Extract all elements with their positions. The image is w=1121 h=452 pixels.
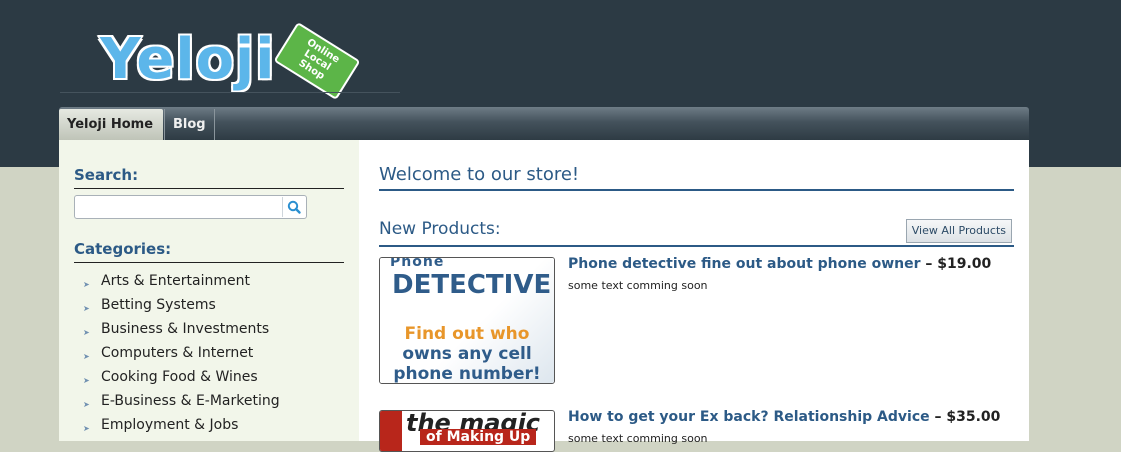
category-link[interactable]: Computers & Internet [101,345,253,361]
thumbnail-decor [380,411,402,451]
tab-blog[interactable]: Blog [164,109,215,140]
category-item[interactable]: ➤ Arts & Entertainment [83,270,280,294]
bullet-arrow-icon: ➤ [83,352,90,361]
category-link[interactable]: Betting Systems [101,297,216,313]
category-link[interactable]: Cooking Food & Wines [101,369,258,385]
site-logo[interactable]: Yeloji Online Local Shop [94,21,364,102]
category-link[interactable]: Business & Investments [101,321,269,337]
categories-heading: Categories: [74,240,344,263]
bullet-arrow-icon: ➤ [83,400,90,409]
product-link[interactable]: How to get your Ex back? Relationship Ad… [568,409,930,425]
search-button[interactable] [282,197,305,217]
product-price: $35.00 [946,409,1001,425]
bullet-arrow-icon: ➤ [83,328,90,337]
product-link[interactable]: Phone detective fine out about phone own… [568,256,921,272]
main-nav: Yeloji Home Blog [59,107,1029,140]
page-title: Welcome to our store! [379,164,1014,191]
product-price: $19.00 [937,256,992,272]
price-separator: – [929,409,947,425]
category-item[interactable]: ➤ Computers & Internet [83,342,280,366]
thumbnail-image: Phone DETECTIVE Find out who owns any ce… [380,258,554,383]
thumbnail-text: of Making Up [420,429,537,445]
thumbnail-text: DETECTIVE [392,270,552,300]
search-heading: Search: [74,166,344,189]
category-list: ➤ Arts & Entertainment ➤ Betting Systems ➤… [83,270,280,438]
bullet-arrow-icon: ➤ [83,376,90,385]
search-icon [287,200,301,214]
sidebar: Search: Categories: ➤ Arts & Entertainmen… [59,140,359,441]
bullet-arrow-icon: ➤ [83,304,90,313]
product-thumbnail[interactable]: the magic of Making Up [379,410,555,452]
category-link[interactable]: Employment & Jobs [101,417,238,433]
thumbnail-text: Find out who [404,324,530,344]
view-all-products-button[interactable]: View All Products [905,219,1012,243]
search-input[interactable] [78,198,282,216]
thumbnail-text: Phone [390,257,445,270]
product-thumbnail[interactable]: Phone DETECTIVE Find out who owns any ce… [379,257,555,384]
product-description: some text comming soon [568,279,708,292]
new-products-header: New Products: View All Products [379,219,1014,247]
bullet-arrow-icon: ➤ [83,280,90,289]
category-link[interactable]: E-Business & E-Marketing [101,393,280,409]
logo-tag: Online Local Shop [273,21,361,101]
thumbnail-text: owns any cell [402,344,532,364]
product-description: some text comming soon [568,432,708,445]
search-box [74,195,307,219]
category-item[interactable]: ➤ Business & Investments [83,318,280,342]
category-item[interactable]: ➤ Betting Systems [83,294,280,318]
product-title: Phone detective fine out about phone own… [568,256,991,272]
category-link[interactable]: Arts & Entertainment [101,273,250,289]
category-item[interactable]: ➤ E-Business & E-Marketing [83,390,280,414]
main-content: Welcome to our store! New Products: View… [359,140,1029,452]
category-item[interactable]: ➤ Cooking Food & Wines [83,366,280,390]
tab-yeloji-home[interactable]: Yeloji Home [59,109,163,140]
new-products-heading: New Products: [379,219,501,239]
product-title: How to get your Ex back? Relationship Ad… [568,409,1000,425]
header-divider [60,92,400,93]
thumbnail-text: phone number! [393,364,541,384]
logo-wordmark: Yeloji [98,26,276,94]
bullet-arrow-icon: ➤ [83,424,90,433]
price-separator: – [920,256,938,272]
category-item[interactable]: ➤ Employment & Jobs [83,414,280,438]
